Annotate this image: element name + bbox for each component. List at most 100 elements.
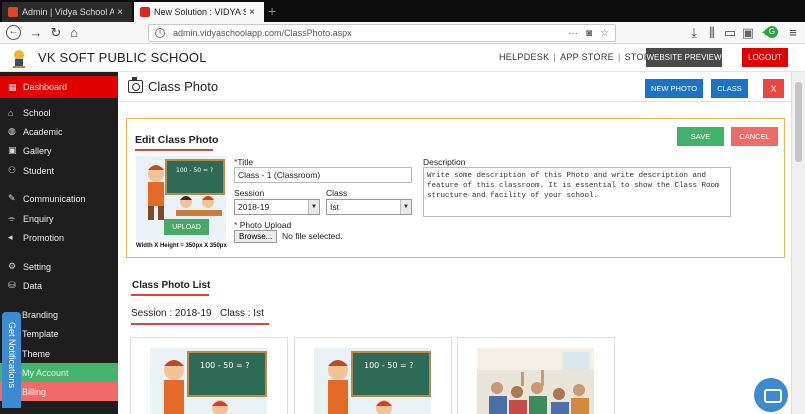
back-arrow-icon[interactable]: ← — [6, 25, 21, 40]
library-icon[interactable]: ⫼ — [704, 25, 720, 41]
gallery-icon: ▣ — [8, 145, 17, 155]
edit-class-photo-panel: Edit Class Photo SAVE CANCEL 100 - 50 = … — [126, 118, 785, 258]
close-button[interactable]: X — [763, 79, 784, 98]
sidebar-item-label: Gallery — [23, 145, 52, 156]
scrollbar-thumb[interactable] — [795, 82, 802, 162]
browser-tab-admin[interactable]: Admin | Vidya School App | Ja × — [2, 2, 132, 22]
class-photo-list-title: Class Photo List — [132, 280, 211, 291]
download-icon[interactable]: ⤓ — [686, 25, 702, 41]
sidebar-item-label: Academic — [23, 126, 63, 137]
save-button[interactable]: SAVE — [677, 127, 724, 146]
bookmark-star-icon[interactable]: ☆ — [600, 28, 609, 39]
new-tab-button[interactable]: + — [268, 3, 276, 19]
sidebar-item-label: My Account — [22, 367, 69, 378]
class-button[interactable]: CLASS — [711, 79, 748, 98]
svg-text:100 - 50 = ?: 100 - 50 = ? — [176, 167, 213, 174]
class-text: Class : Ist — [219, 308, 264, 319]
page-scrollbar[interactable] — [791, 72, 805, 414]
top-links: HELPDESK | APP STORE | STORE — [499, 52, 657, 62]
cancel-button[interactable]: CANCEL — [731, 127, 778, 146]
photo-card[interactable]: 100 - 50 = ? — [130, 337, 288, 414]
filter-underline — [131, 323, 269, 325]
app-header: VK SOFT PUBLIC SCHOOL HELPDESK | APP STORE… — [0, 44, 805, 72]
home-icon[interactable]: ⌂ — [66, 25, 82, 41]
svg-text:100 - 50 = ?: 100 - 50 = ? — [200, 361, 249, 370]
sidebar-item-school[interactable]: ⌂ School — [0, 103, 118, 122]
sidebar-item-label: Promotion — [23, 232, 65, 243]
sidebar-item-gallery[interactable]: ▣ Gallery — [0, 141, 118, 160]
classroom-photo-icon — [477, 348, 594, 414]
session-label: Session — [234, 188, 265, 198]
dashboard-icon: ▦ — [8, 81, 17, 92]
sidebar-item-dashboard[interactable]: ▦ Dashboard — [0, 76, 118, 98]
link-separator: | — [617, 52, 621, 62]
camera-icon — [128, 77, 143, 93]
page-header: Class Photo NEW PHOTO CLASS X — [118, 72, 791, 102]
tab-favicon — [140, 7, 150, 17]
enquiry-icon: ⌯ — [8, 213, 16, 223]
chat-widget-button[interactable] — [754, 378, 788, 412]
app-store-link[interactable]: APP STORE — [560, 52, 614, 62]
photo-card[interactable]: 100 - 50 = ? — [294, 337, 452, 414]
sidebar-item-label: School — [23, 107, 51, 118]
sidebar-toggle-icon[interactable]: ▭ — [722, 25, 738, 41]
menu-icon[interactable]: ≡ — [785, 25, 801, 41]
upload-button[interactable]: UPLOAD — [164, 219, 209, 235]
grammar-extension-icon[interactable]: G — [766, 26, 778, 38]
sidebar-item-label: Theme — [22, 348, 51, 359]
link-separator: | — [553, 52, 557, 62]
sidebar-item-label: Branding — [22, 309, 59, 320]
communication-icon: ✎ — [8, 193, 16, 203]
forward-arrow-icon[interactable]: → — [28, 25, 44, 41]
browser-tabbar: Admin | Vidya School App | Ja × New Solu… — [0, 0, 805, 22]
session-select[interactable]: 2018-19 ▼ — [234, 199, 320, 215]
tab-favicon — [8, 7, 18, 17]
tab-label: New Solution : VIDYA SCHOOL — [154, 7, 246, 17]
setting-icon: ⚙ — [8, 261, 17, 271]
school-name: VK SOFT PUBLIC SCHOOL — [38, 50, 207, 65]
class-label: Class — [326, 188, 348, 198]
sidebar-item-student[interactable]: ⚇ Student — [0, 161, 118, 180]
sidebar-item-setting[interactable]: ⚙ Setting — [0, 257, 118, 276]
photo-card[interactable] — [457, 337, 615, 414]
browser-tab-new-solution[interactable]: New Solution : VIDYA SCHOOL × — [134, 2, 264, 22]
class-select[interactable]: Ist ▼ — [326, 199, 412, 215]
screenshot-icon[interactable]: ▣ — [740, 25, 756, 41]
chevron-down-icon: ▼ — [308, 200, 319, 214]
url-domain: admin.vidyaschoolapp.com — [173, 28, 282, 38]
class-selected-value: Ist — [330, 202, 339, 212]
new-photo-button[interactable]: NEW PHOTO — [645, 79, 703, 98]
sidebar-item-label: Setting — [23, 261, 52, 272]
title-input[interactable] — [234, 167, 412, 183]
sidebar-item-enquiry[interactable]: ⌯ Enquiry — [0, 209, 118, 228]
sidebar-item-academic[interactable]: ◍ Academic — [0, 122, 118, 141]
classroom-illustration-icon: 100 - 50 = ? — [150, 348, 267, 414]
file-status: No file selected. — [282, 231, 343, 241]
get-notifications-tab[interactable]: Get Notifications — [2, 312, 21, 408]
image-dimensions-note: Width X Height = 350px X 350px — [136, 243, 227, 249]
logout-button[interactable]: LOGOUT — [742, 48, 788, 67]
photo-upload-label: * Photo Upload — [234, 220, 292, 230]
pocket-icon[interactable]: ◙ — [586, 28, 592, 39]
session-text: Session : 2018-19 — [131, 308, 212, 319]
reload-icon[interactable]: ↻ — [48, 25, 64, 41]
helpdesk-link[interactable]: HELPDESK — [499, 52, 549, 62]
description-textarea[interactable]: Write some description of this Photo and… — [423, 167, 731, 217]
close-tab-icon[interactable]: × — [114, 7, 126, 18]
browser-navbar: ← → ↻ ⌂ i admin.vidyaschoolapp.com/Class… — [0, 22, 805, 44]
sidebar-item-promotion[interactable]: ◂ Promotion — [0, 228, 118, 247]
sidebar-item-data[interactable]: ⛁ Data — [0, 276, 118, 295]
address-bar[interactable]: i admin.vidyaschoolapp.com/ClassPhoto.as… — [148, 24, 616, 42]
classroom-illustration-icon: 100 - 50 = ? — [314, 348, 431, 414]
site-info-icon[interactable]: i — [155, 28, 165, 38]
data-icon: ⛁ — [8, 280, 16, 290]
svg-text:100 - 50 = ?: 100 - 50 = ? — [364, 361, 413, 370]
browse-button[interactable]: Browse... — [234, 230, 278, 243]
website-preview-button[interactable]: WEBSITE PREVIEW — [646, 48, 722, 67]
page-actions-icon[interactable]: ··· — [568, 28, 578, 39]
photo-thumbnail — [477, 348, 594, 414]
close-tab-icon[interactable]: × — [246, 7, 258, 18]
sidebar-item-communication[interactable]: ✎ Communication — [0, 189, 118, 208]
sidebar-item-label: Communication — [23, 193, 86, 204]
session-selected-value: 2018-19 — [238, 202, 270, 212]
